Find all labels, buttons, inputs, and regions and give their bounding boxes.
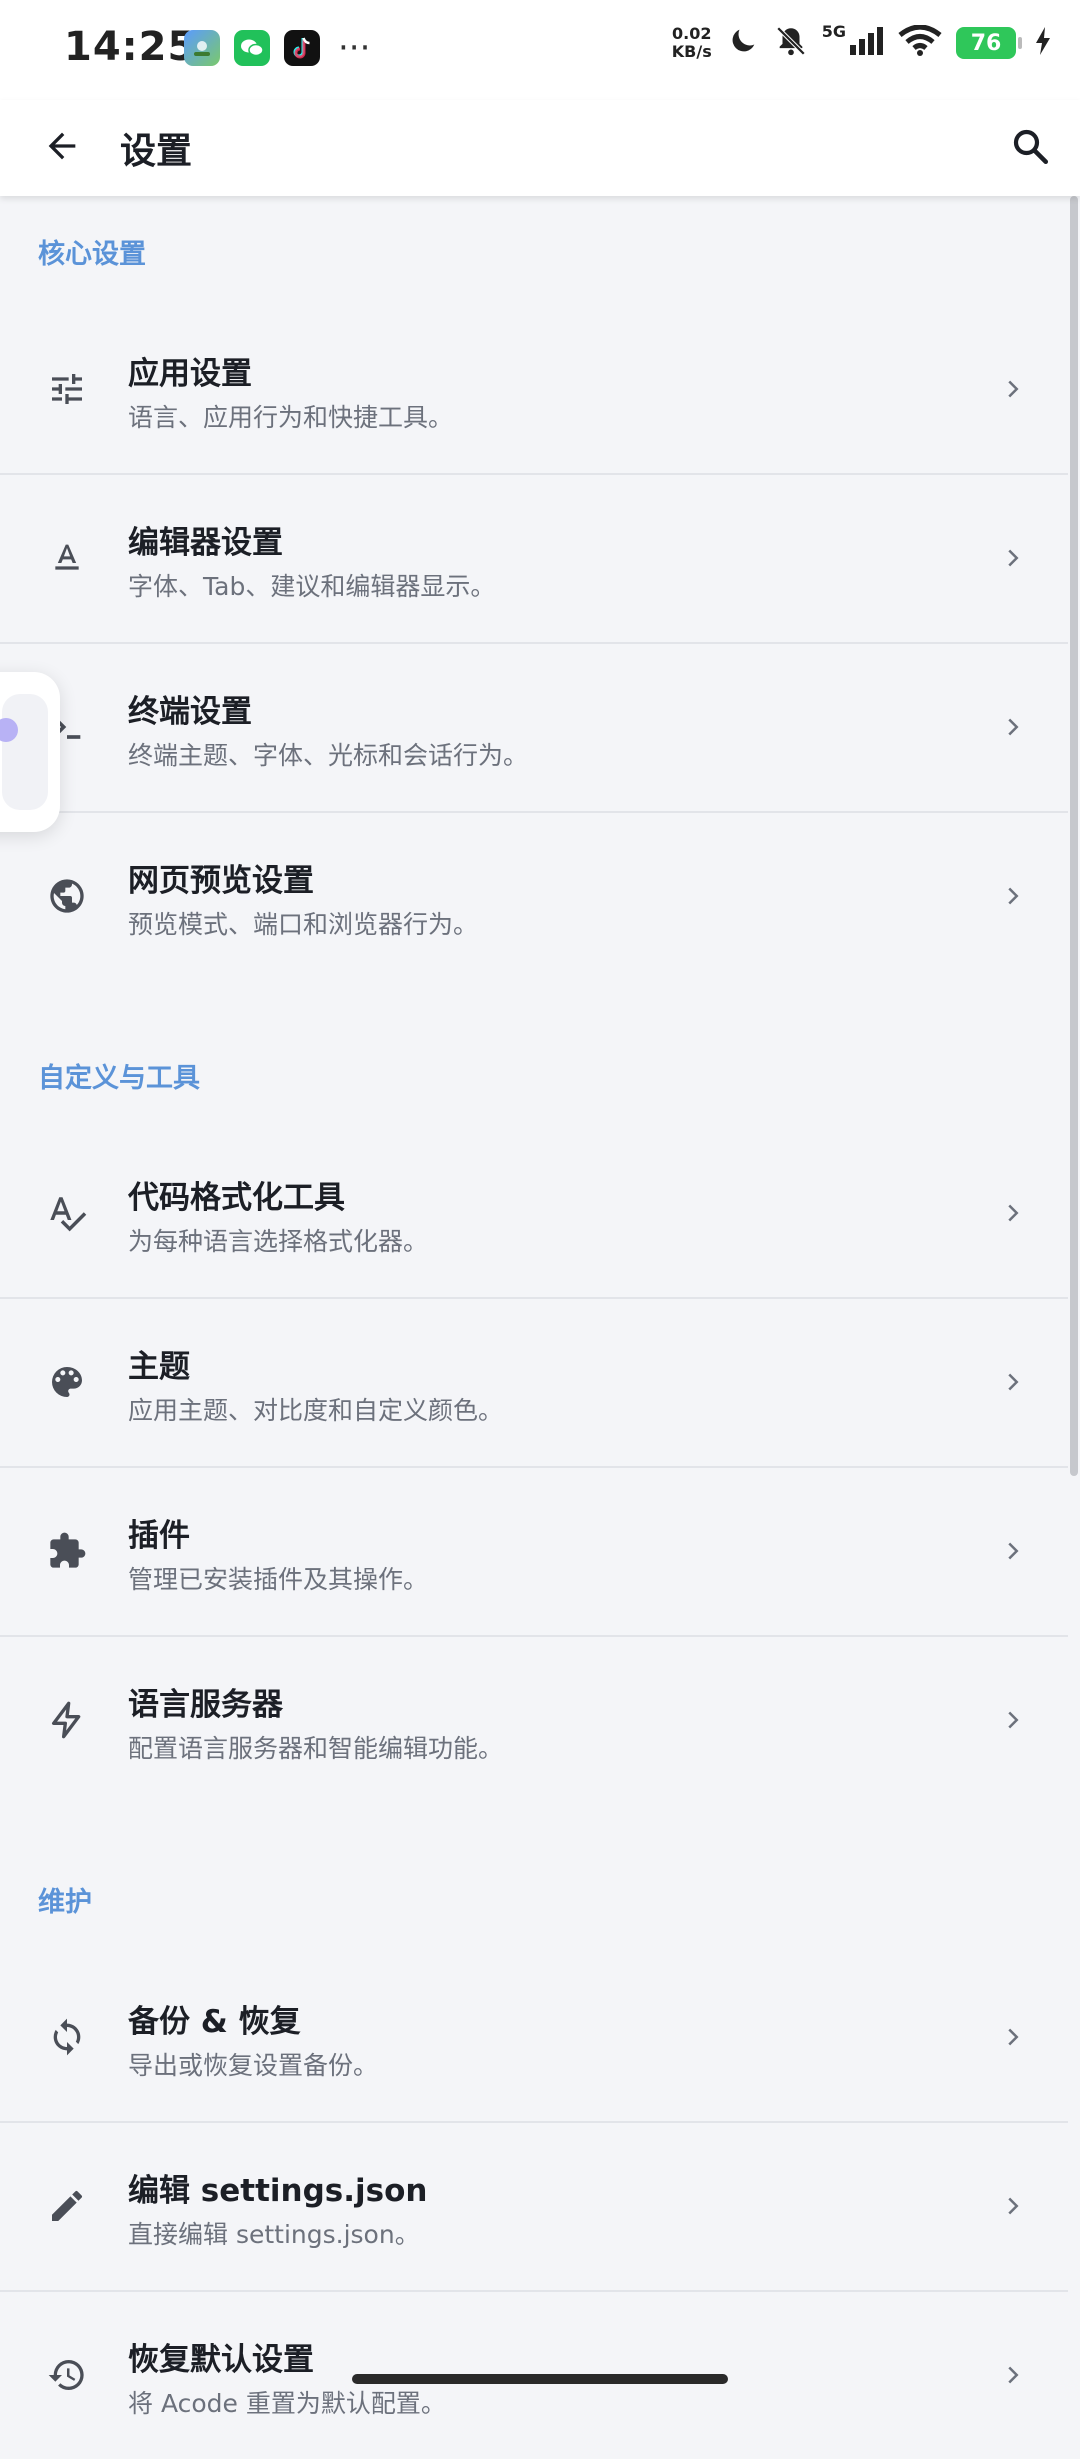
globe-icon bbox=[44, 873, 90, 919]
chevron-right-icon bbox=[996, 541, 1030, 575]
status-bar: 14:25 ··· 0.02 KB/s 5G 76 bbox=[0, 0, 1080, 100]
item-title: 插件 bbox=[128, 1518, 190, 1554]
bubble-handle bbox=[0, 694, 48, 810]
speed-unit: KB/s bbox=[671, 42, 712, 61]
item-subtitle: 直接编辑 settings.json。 bbox=[128, 2220, 420, 2249]
tune-icon bbox=[44, 366, 90, 412]
palette-icon bbox=[44, 1359, 90, 1405]
item-subtitle: 导出或恢复设置备份。 bbox=[128, 2051, 379, 2080]
section-title-core: 核心设置 bbox=[38, 238, 146, 270]
network-type: 5G bbox=[821, 21, 846, 41]
settings-item-terminal[interactable]: 终端设置 终端主题、字体、光标和会话行为。 bbox=[0, 644, 1068, 813]
item-subtitle: 字体、Tab、建议和编辑器显示。 bbox=[128, 572, 496, 601]
chevron-right-icon bbox=[996, 2020, 1030, 2054]
sync-icon bbox=[44, 2014, 90, 2060]
app-bar: 设置 bbox=[0, 100, 1080, 196]
signal-icon bbox=[848, 25, 884, 61]
moon-icon bbox=[726, 24, 760, 62]
item-title: 语言服务器 bbox=[128, 1687, 283, 1723]
item-subtitle: 管理已安装插件及其操作。 bbox=[128, 1565, 429, 1594]
item-subtitle: 应用主题、对比度和自定义颜色。 bbox=[128, 1396, 504, 1425]
search-button[interactable] bbox=[1002, 120, 1058, 176]
settings-item-plugins[interactable]: 插件 管理已安装插件及其操作。 bbox=[0, 1468, 1068, 1637]
settings-item-editor[interactable]: 编辑器设置 字体、Tab、建议和编辑器显示。 bbox=[0, 475, 1068, 644]
settings-item-lsp[interactable]: 语言服务器 配置语言服务器和智能编辑功能。 bbox=[0, 1637, 1068, 1804]
settings-item-backup[interactable]: 备份 & 恢复 导出或恢复设置备份。 bbox=[0, 1954, 1068, 2123]
item-title: 编辑器设置 bbox=[128, 525, 283, 561]
chevron-right-icon bbox=[996, 2358, 1030, 2392]
item-title: 编辑 settings.json bbox=[128, 2173, 428, 2209]
settings-item-theme[interactable]: 主题 应用主题、对比度和自定义颜色。 bbox=[0, 1299, 1068, 1468]
item-subtitle: 终端主题、字体、光标和会话行为。 bbox=[128, 741, 529, 770]
section-title-maintenance: 维护 bbox=[38, 1886, 92, 1918]
spellcheck-icon bbox=[44, 1190, 90, 1236]
home-indicator[interactable] bbox=[352, 2374, 728, 2384]
search-icon bbox=[1009, 125, 1051, 171]
status-time: 14:25 bbox=[64, 24, 197, 70]
bubble-dot-icon bbox=[0, 718, 18, 742]
speed-value: 0.02 bbox=[672, 24, 712, 43]
wechat-icon bbox=[234, 30, 270, 66]
floating-bubble[interactable] bbox=[0, 672, 60, 832]
bell-off-icon bbox=[774, 24, 808, 62]
item-title: 主题 bbox=[128, 1349, 190, 1385]
item-title: 恢复默认设置 bbox=[128, 2342, 314, 2378]
item-subtitle: 语言、应用行为和快捷工具。 bbox=[128, 403, 454, 432]
battery-indicator: 76 bbox=[956, 27, 1022, 59]
item-title: 代码格式化工具 bbox=[128, 1180, 345, 1216]
item-subtitle: 配置语言服务器和智能编辑功能。 bbox=[128, 1734, 504, 1763]
chevron-right-icon bbox=[996, 372, 1030, 406]
settings-item-formatter[interactable]: 代码格式化工具 为每种语言选择格式化器。 bbox=[0, 1130, 1068, 1299]
notification-icons: ··· bbox=[184, 30, 370, 66]
tiktok-icon bbox=[284, 30, 320, 66]
item-title: 网页预览设置 bbox=[128, 863, 314, 899]
chevron-right-icon bbox=[996, 1196, 1030, 1230]
chevron-right-icon bbox=[996, 710, 1030, 744]
charging-icon bbox=[1034, 26, 1052, 60]
settings-item-app[interactable]: 应用设置 语言、应用行为和快捷工具。 bbox=[0, 306, 1068, 475]
arrow-back-icon bbox=[42, 126, 82, 170]
chevron-right-icon bbox=[996, 1703, 1030, 1737]
item-title: 应用设置 bbox=[128, 356, 252, 392]
chevron-right-icon bbox=[996, 879, 1030, 913]
bolt-icon bbox=[44, 1697, 90, 1743]
item-subtitle: 为每种语言选择格式化器。 bbox=[128, 1227, 429, 1256]
settings-item-preview[interactable]: 网页预览设置 预览模式、端口和浏览器行为。 bbox=[0, 813, 1068, 980]
back-button[interactable] bbox=[34, 120, 90, 176]
status-right: 0.02 KB/s 5G 76 bbox=[672, 21, 1052, 62]
pencil-icon bbox=[44, 2183, 90, 2229]
item-title: 终端设置 bbox=[128, 694, 252, 730]
item-subtitle: 将 Acode 重置为默认配置。 bbox=[128, 2389, 446, 2418]
section-title-custom: 自定义与工具 bbox=[38, 1062, 200, 1094]
page-title: 设置 bbox=[120, 131, 193, 172]
settings-item-edit-json[interactable]: 编辑 settings.json 直接编辑 settings.json。 bbox=[0, 2123, 1068, 2292]
more-notifications-icon: ··· bbox=[338, 28, 371, 68]
restore-icon bbox=[44, 2352, 90, 2398]
scrollbar[interactable] bbox=[1070, 196, 1078, 1476]
item-subtitle: 预览模式、端口和浏览器行为。 bbox=[128, 910, 479, 939]
app-icon bbox=[184, 30, 220, 66]
puzzle-icon bbox=[44, 1528, 90, 1574]
wifi-icon bbox=[898, 24, 942, 61]
text-format-icon bbox=[44, 535, 90, 581]
network-speed: 0.02 KB/s bbox=[672, 25, 712, 61]
settings-list: 核心设置 应用设置 语言、应用行为和快捷工具。 编辑器设置 字体、Tab、建议和… bbox=[0, 196, 1068, 2459]
chevron-right-icon bbox=[996, 1534, 1030, 1568]
item-title: 备份 & 恢复 bbox=[128, 2004, 301, 2040]
chevron-right-icon bbox=[996, 2189, 1030, 2223]
chevron-right-icon bbox=[996, 1365, 1030, 1399]
